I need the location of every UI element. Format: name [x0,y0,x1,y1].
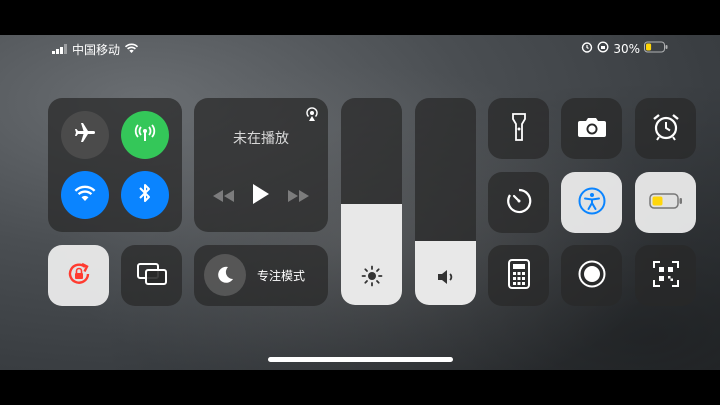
timer-button[interactable] [488,172,549,233]
airplay-icon[interactable] [304,106,320,126]
battery-status-icon [644,41,668,56]
qr-code-icon [652,260,679,291]
brightness-slider[interactable] [341,98,402,305]
accessibility-icon [577,186,607,220]
battery-percent: 30% [613,41,640,56]
play-icon[interactable] [252,184,270,208]
now-playing-title: 未在播放 [233,131,289,147]
brightness-fill [341,203,402,305]
record-icon [577,259,607,293]
antenna-icon [133,121,157,149]
status-right: 30% [581,41,668,56]
status-left: 中国移动 [52,41,139,58]
accessibility-button[interactable] [561,172,622,233]
rotation-lock-status-icon [597,41,609,56]
connectivity-module [48,98,182,232]
flashlight-icon [511,112,527,146]
airplane-mode-button[interactable] [61,111,109,159]
home-indicator[interactable] [268,357,453,362]
status-bar: 中国移动 30% [52,40,668,58]
alarm-button[interactable] [635,98,696,159]
alarm-status-icon [581,41,593,56]
alarm-icon [651,112,681,146]
bluetooth-icon [135,181,155,209]
screen-recording-button[interactable] [561,245,622,306]
volume-slider[interactable] [415,98,476,305]
airplane-icon [73,121,97,149]
calculator-icon [507,258,530,293]
calculator-button[interactable] [488,245,549,306]
rewind-icon[interactable] [212,187,235,206]
sun-icon [341,265,402,287]
screen-mirroring-button[interactable] [121,245,182,306]
timer-icon [505,187,533,219]
wifi-button[interactable] [61,171,109,219]
low-power-mode-button[interactable] [635,172,696,233]
wifi-icon [73,183,97,207]
camera-icon [577,115,607,143]
playback-controls [194,184,328,208]
rotation-lock-button[interactable] [48,245,109,306]
focus-mode-button[interactable]: 专注模式 [194,245,328,306]
moon-icon [204,254,246,296]
flashlight-button[interactable] [488,98,549,159]
fast-forward-icon[interactable] [287,187,310,206]
speaker-icon [415,267,476,287]
bluetooth-button[interactable] [121,171,169,219]
wifi-status-icon [124,43,139,57]
signal-icon [52,43,68,57]
screen-mirroring-icon [136,262,168,290]
battery-icon [648,192,683,213]
focus-mode-label: 专注模式 [257,269,306,283]
qr-scanner-button[interactable] [635,245,696,306]
cellular-data-button[interactable] [121,111,169,159]
camera-button[interactable] [561,98,622,159]
now-playing-module[interactable]: 未在播放 [194,98,328,232]
rotation-lock-icon [65,260,93,292]
carrier-label: 中国移动 [72,43,121,57]
